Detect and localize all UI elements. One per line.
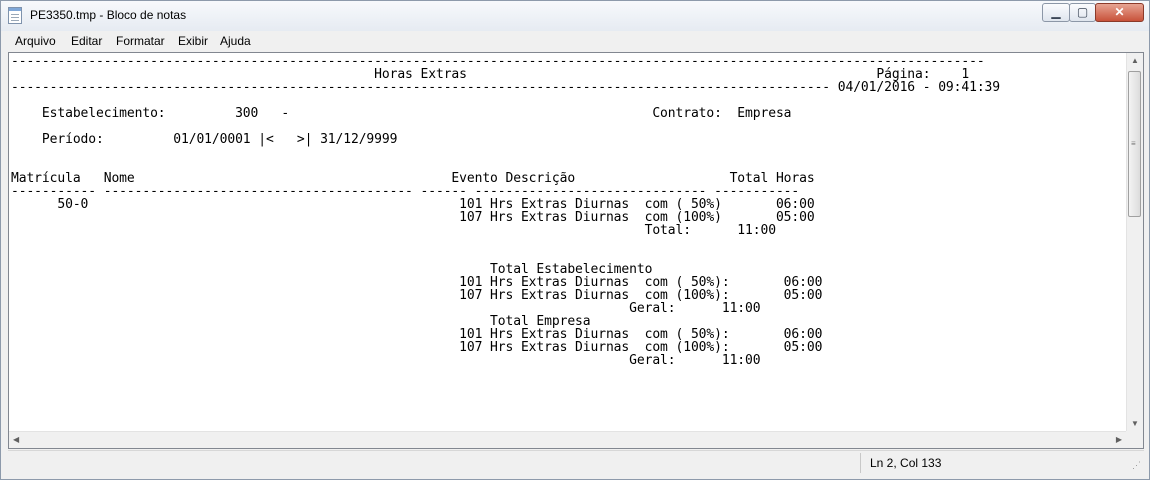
scroll-left-icon[interactable]: ◀ <box>13 435 19 444</box>
menu-arquivo[interactable]: Arquivo <box>15 34 56 48</box>
scroll-down-icon[interactable]: ▼ <box>1131 419 1139 428</box>
menu-ajuda[interactable]: Ajuda <box>220 34 251 48</box>
resize-grip-icon[interactable]: ⋰ <box>1132 460 1141 471</box>
window-title: PE3350.tmp - Bloco de notas <box>30 8 187 22</box>
scrollbar-corner <box>1126 431 1143 448</box>
cursor-position: Ln 2, Col 133 <box>870 456 942 470</box>
horizontal-scrollbar[interactable]: ◀ ▶ <box>9 431 1126 448</box>
menu-bar: Arquivo Editar Formatar Exibir Ajuda <box>8 31 1144 52</box>
text-editor[interactable]: ----------------------------------------… <box>8 52 1144 449</box>
document-text[interactable]: ----------------------------------------… <box>11 55 1000 367</box>
status-bar: Ln 2, Col 133 ⋰ <box>8 450 1144 474</box>
menu-editar[interactable]: Editar <box>71 34 102 48</box>
menu-exibir[interactable]: Exibir <box>178 34 208 48</box>
minimize-button[interactable]: ▁ <box>1042 3 1070 22</box>
vertical-scrollbar[interactable]: ▲ ≡ ▼ <box>1126 53 1143 431</box>
scroll-up-icon[interactable]: ▲ <box>1131 56 1139 65</box>
scroll-right-icon[interactable]: ▶ <box>1116 435 1122 444</box>
notepad-icon <box>8 7 22 24</box>
maximize-button[interactable]: ▢ <box>1069 3 1096 22</box>
menu-formatar[interactable]: Formatar <box>116 34 165 48</box>
status-divider <box>860 453 861 473</box>
grip-icon: ≡ <box>1131 139 1136 148</box>
title-bar[interactable]: PE3350.tmp - Bloco de notas ▁ ▢ ✕ <box>1 1 1149 31</box>
vertical-scroll-thumb[interactable]: ≡ <box>1128 71 1141 217</box>
close-button[interactable]: ✕ <box>1095 3 1144 22</box>
notepad-window: PE3350.tmp - Bloco de notas ▁ ▢ ✕ Arquiv… <box>0 0 1150 480</box>
